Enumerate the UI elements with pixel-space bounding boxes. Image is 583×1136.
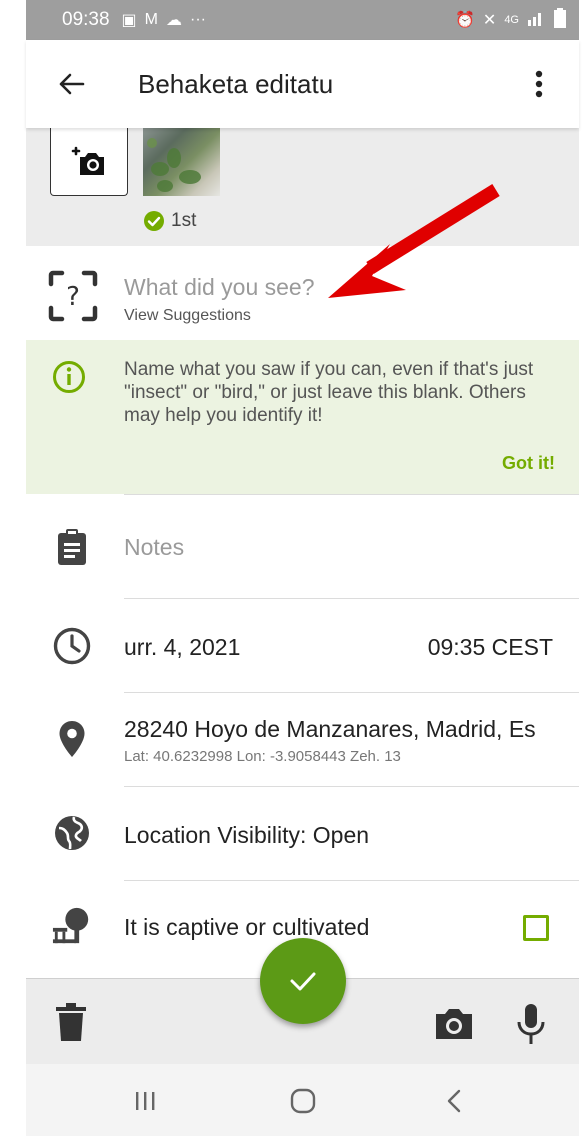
notes-input[interactable]: Notes: [124, 534, 184, 561]
location-coordinates: Lat: 40.6232998 Lon: -3.9058443 Zeh. 13: [124, 748, 401, 765]
photo-rank-label: 1st: [171, 210, 197, 231]
system-nav-bar: [26, 1064, 579, 1136]
more-vert-icon: [535, 70, 543, 98]
svg-text:?: ?: [66, 282, 80, 312]
home-button[interactable]: [290, 1088, 316, 1119]
microphone-button[interactable]: [516, 1003, 546, 1045]
app-bar: Behaketa editatu: [26, 40, 579, 128]
mute-icon: ✕: [482, 12, 497, 29]
network-type-label: 4G: [504, 14, 519, 26]
divider: [124, 598, 579, 599]
recents-icon: [136, 1092, 155, 1110]
photo-thumbnail[interactable]: [143, 128, 220, 196]
battery-icon: [553, 7, 567, 33]
save-button[interactable]: [260, 938, 346, 1024]
add-photo-button[interactable]: [50, 128, 128, 196]
alarm-icon: ⏰: [454, 12, 475, 29]
divider: [124, 494, 579, 495]
divider: [124, 692, 579, 693]
species-input[interactable]: What did you see?: [124, 274, 315, 301]
signal-icon: [527, 10, 545, 31]
map-pin-icon: [52, 719, 92, 759]
camera-icon: [436, 1009, 472, 1039]
globe-icon: [52, 813, 92, 853]
camera-button[interactable]: [434, 1007, 474, 1041]
status-bar: 09:38 ▣ M ☁ ··· ⏰ ✕ 4G: [26, 0, 579, 40]
photo-rank-badge: 1st: [143, 210, 196, 232]
check-circle-icon: [144, 211, 164, 231]
trash-icon: [56, 1003, 86, 1041]
more-notifications-icon: ···: [190, 11, 206, 28]
home-icon: [290, 1088, 316, 1114]
captive-label: It is captive or cultivated: [124, 914, 370, 940]
location-name[interactable]: 28240 Hoyo de Manzanares, Madrid, Es: [124, 716, 564, 743]
captive-tree-icon: [52, 906, 92, 946]
back-button[interactable]: [46, 59, 96, 109]
location-visibility-label[interactable]: Location Visibility: Open: [124, 822, 369, 849]
chevron-left-icon: [447, 1089, 461, 1113]
gmail-notification-icon: M: [144, 11, 158, 28]
got-it-button[interactable]: Got it!: [502, 453, 555, 474]
status-time: 09:38: [62, 9, 110, 30]
page-title: Behaketa editatu: [138, 68, 334, 99]
observation-time[interactable]: 09:35 CEST: [428, 634, 553, 661]
divider: [124, 786, 579, 787]
tip-text: Name what you saw if you can, even if th…: [124, 359, 534, 426]
view-suggestions-link[interactable]: View Suggestions: [124, 307, 251, 325]
checkmark-icon: [290, 972, 316, 991]
cloud-notification-icon: ☁: [166, 12, 182, 29]
divider: [124, 880, 579, 881]
back-arrow-icon: [59, 73, 85, 95]
status-system-icons: ⏰ ✕ 4G: [454, 7, 567, 33]
info-icon: [53, 361, 85, 393]
gallery-notification-icon: ▣: [121, 12, 137, 29]
notes-field[interactable]: Notes: [26, 494, 579, 598]
recents-button[interactable]: [134, 1090, 156, 1117]
system-back-button[interactable]: [446, 1088, 462, 1119]
species-field[interactable]: ? What did you see? View Suggestions: [26, 246, 579, 340]
clock-icon: [52, 626, 92, 666]
captive-checkbox[interactable]: [523, 915, 549, 941]
delete-button[interactable]: [56, 1003, 90, 1043]
add-photo-icon: [71, 146, 104, 175]
observation-date[interactable]: urr. 4, 2021: [124, 634, 240, 661]
datetime-field[interactable]: urr. 4, 2021 09:35 CEST: [26, 598, 579, 692]
photo-strip: 1st: [26, 128, 579, 246]
location-visibility-field[interactable]: Location Visibility: Open: [26, 786, 579, 880]
overflow-menu-button[interactable]: [519, 59, 559, 109]
microphone-icon: [517, 1004, 545, 1044]
species-tip-box: Name what you saw if you can, even if th…: [26, 340, 579, 494]
status-notification-icons: ▣ M ☁ ···: [122, 10, 206, 30]
unknown-species-icon: ?: [48, 270, 98, 322]
location-field[interactable]: 28240 Hoyo de Manzanares, Madrid, Es Lat…: [26, 692, 579, 786]
clipboard-icon: [52, 527, 92, 567]
